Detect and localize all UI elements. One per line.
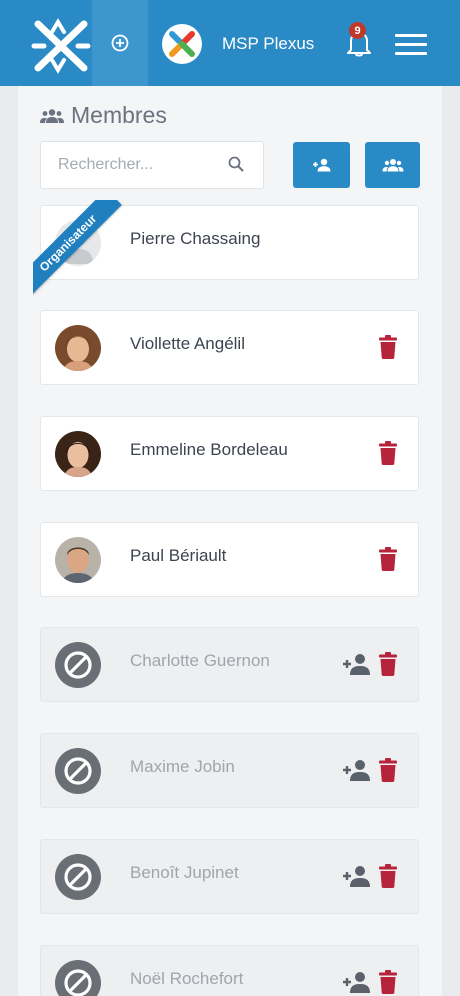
notification-badge: 9 [349, 22, 366, 39]
member-card[interactable]: Viollette Angélil [40, 310, 419, 385]
add-button[interactable] [92, 0, 148, 86]
search-input[interactable] [41, 142, 221, 188]
delete-icon[interactable] [378, 547, 398, 571]
organizer-badge: Organisateur [33, 200, 122, 297]
disabled-avatar-icon [55, 854, 101, 900]
top-bar: MSP Plexus 9 [0, 0, 460, 86]
restore-member-icon[interactable] [342, 865, 372, 887]
search-box[interactable] [40, 141, 264, 189]
member-name[interactable]: Maxime Jobin [130, 757, 235, 777]
restore-member-icon[interactable] [342, 759, 372, 781]
search-icon[interactable] [228, 156, 244, 172]
org-logo-icon[interactable] [162, 24, 202, 64]
restore-member-icon[interactable] [342, 971, 372, 993]
add-group-icon [382, 159, 403, 172]
add-circle-icon [111, 34, 129, 52]
add-group-button[interactable] [365, 142, 420, 188]
member-card[interactable]: Paul Bériault [40, 522, 419, 597]
member-name[interactable]: Viollette Angélil [130, 334, 245, 354]
delete-icon[interactable] [378, 758, 398, 782]
group-icon [40, 108, 64, 123]
avatar [55, 431, 101, 477]
app-logo-icon[interactable] [30, 18, 92, 74]
org-name[interactable]: MSP Plexus [222, 34, 314, 54]
delete-icon[interactable] [378, 335, 398, 359]
member-card-disabled[interactable]: Maxime Jobin [40, 733, 419, 808]
avatar [55, 325, 101, 371]
delete-icon[interactable] [378, 652, 398, 676]
add-member-icon [312, 158, 330, 172]
delete-icon[interactable] [378, 864, 398, 888]
disabled-avatar-icon [55, 748, 101, 794]
member-name[interactable]: Pierre Chassaing [130, 229, 260, 249]
member-card[interactable]: Organisateur Pierre Chassaing [33, 200, 419, 297]
section-title-text: Membres [71, 102, 167, 128]
hamburger-menu-icon[interactable] [395, 34, 427, 56]
organizer-ribbon: Organisateur [33, 200, 133, 300]
section-title: Membres [40, 102, 167, 129]
disabled-avatar-icon [55, 642, 101, 688]
add-member-button[interactable] [293, 142, 350, 188]
member-card-disabled[interactable]: Charlotte Guernon [40, 627, 419, 702]
disabled-avatar-icon [55, 960, 101, 996]
restore-member-icon[interactable] [342, 653, 372, 675]
member-name[interactable]: Noël Rochefort [130, 969, 243, 989]
delete-icon[interactable] [378, 441, 398, 465]
delete-icon[interactable] [378, 970, 398, 994]
member-name[interactable]: Benoît Jupinet [130, 863, 239, 883]
member-card-disabled[interactable]: Benoît Jupinet [40, 839, 419, 914]
avatar [55, 537, 101, 583]
member-name[interactable]: Emmeline Bordeleau [130, 440, 288, 460]
member-name[interactable]: Charlotte Guernon [130, 651, 270, 671]
member-card-disabled[interactable]: Noël Rochefort [40, 945, 419, 996]
member-card[interactable]: Emmeline Bordeleau [40, 416, 419, 491]
member-name[interactable]: Paul Bériault [130, 546, 226, 566]
